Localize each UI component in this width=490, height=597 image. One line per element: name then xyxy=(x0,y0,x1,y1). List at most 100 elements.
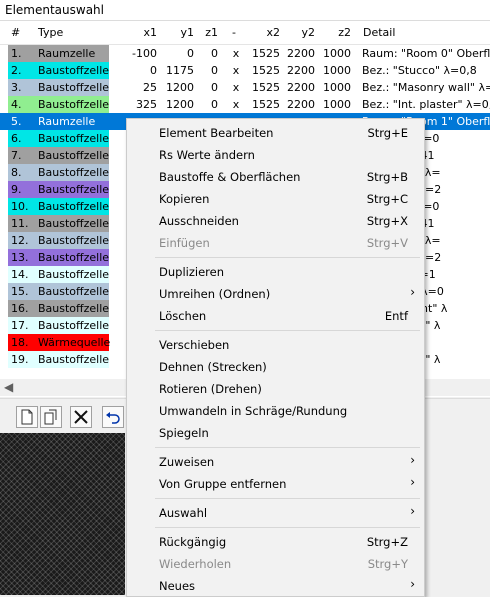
drawing-canvas[interactable] xyxy=(0,433,125,595)
menu-item[interactable]: Element Bearbeiten Strg+E xyxy=(127,122,424,144)
menu-item-label: Dehnen (Strecken) xyxy=(159,360,267,374)
cell-x1: 25 xyxy=(143,81,157,94)
cell-detail: Bez.: "Masonry wall" λ=0,1 xyxy=(362,81,490,94)
menu-item-label: Verschieben xyxy=(159,338,230,352)
table-row[interactable]: 2. Baustoffzelle 0 1175 0 x 1525 2200 1000 Bez.: … xyxy=(0,62,490,79)
cell-type: Baustoffzelle xyxy=(35,96,109,113)
cell-num: 11. xyxy=(8,215,37,232)
col-header-type[interactable]: Type xyxy=(38,26,63,39)
menu-item[interactable]: Löschen Entf xyxy=(127,305,424,327)
menu-item-label: Kopieren xyxy=(159,192,210,206)
menu-item-label: Von Gruppe entfernen xyxy=(159,477,287,491)
menu-separator xyxy=(155,447,420,448)
cell-num: 19. xyxy=(8,351,37,368)
menu-item[interactable]: Umreihen (Ordnen) › xyxy=(127,283,424,305)
menu-item[interactable]: Ausschneiden Strg+X xyxy=(127,210,424,232)
window-title: Elementauswahl xyxy=(5,3,104,17)
menu-item[interactable]: Spiegeln xyxy=(127,422,424,444)
menu-item[interactable]: Baustoffe & Oberflächen Strg+B xyxy=(127,166,424,188)
table-header: # Type x1 y1 z1 - x2 y2 z2 Detail xyxy=(0,21,490,45)
menu-separator xyxy=(155,330,420,331)
col-header-num[interactable]: # xyxy=(11,26,20,39)
menu-item[interactable]: Kopieren Strg+C xyxy=(127,188,424,210)
menu-item[interactable]: Auswahl › xyxy=(127,502,424,524)
cell-num: 15. xyxy=(8,283,37,300)
col-header-z1[interactable]: z1 xyxy=(200,26,218,39)
cell-type: Baustoffzelle xyxy=(35,266,109,283)
menu-separator xyxy=(155,498,420,499)
menu-item[interactable]: Dehnen (Strecken) xyxy=(127,356,424,378)
delete-icon xyxy=(74,410,88,424)
scroll-left-icon[interactable]: ◀ xyxy=(4,380,13,394)
menu-separator xyxy=(155,257,420,258)
cell-detail: Raum: "Room 0" Oberfläch xyxy=(362,47,490,60)
table-row[interactable]: 4. Baustoffzelle 325 1200 0 x 1525 2200 1000 Bez.… xyxy=(0,96,490,113)
menu-item-shortcut: Strg+X xyxy=(366,214,408,228)
cell-x2: 1525 xyxy=(252,64,280,77)
cell-z2: 1000 xyxy=(323,47,351,60)
menu-item-label: Neues xyxy=(159,579,196,593)
menu-item-label: Ausschneiden xyxy=(159,214,239,228)
cell-x2: 1525 xyxy=(252,47,280,60)
menu-item-label: Löschen xyxy=(159,309,207,323)
cell-y2: 2200 xyxy=(287,81,315,94)
menu-separator xyxy=(155,527,420,528)
cell-type: Raumzelle xyxy=(35,45,109,62)
cell-num: 9. xyxy=(8,181,37,198)
cell-type: Baustoffzelle xyxy=(35,62,109,79)
cell-x1: 0 xyxy=(150,64,157,77)
menu-item-shortcut: Strg+E xyxy=(367,126,408,140)
cell-z2: 1000 xyxy=(323,64,351,77)
col-header-dash[interactable]: - xyxy=(232,26,236,39)
menu-item-label: Umreihen (Ordnen) xyxy=(159,287,271,301)
menu-item[interactable]: Zuweisen › xyxy=(127,451,424,473)
menu-item[interactable]: Verschieben xyxy=(127,334,424,356)
menu-item-label: Wiederholen xyxy=(159,557,232,571)
cell-dash: x xyxy=(232,47,240,60)
col-header-y2[interactable]: y2 xyxy=(287,26,315,39)
cell-type: Baustoffzelle xyxy=(35,164,109,181)
undo-button[interactable] xyxy=(102,406,124,428)
menu-item[interactable]: Rückgängig Strg+Z xyxy=(127,531,424,553)
menu-item[interactable]: Rs Werte ändern xyxy=(127,144,424,166)
cell-y2: 2200 xyxy=(287,98,315,111)
undo-icon xyxy=(106,412,120,424)
cell-y2: 2200 xyxy=(287,47,315,60)
cell-type: Baustoffzelle xyxy=(35,232,109,249)
table-row[interactable]: 1. Raumzelle -100 0 0 x 1525 2200 1000 Raum: "Roo… xyxy=(0,45,490,62)
cell-x1: 325 xyxy=(136,98,157,111)
cell-y1: 1200 xyxy=(166,81,194,94)
col-header-z2[interactable]: z2 xyxy=(323,26,351,39)
menu-item[interactable]: Neues › xyxy=(127,575,424,597)
menu-item[interactable]: Duplizieren xyxy=(127,261,424,283)
delete-button[interactable] xyxy=(70,406,92,428)
col-header-x1[interactable]: x1 xyxy=(112,26,157,39)
cell-num: 1. xyxy=(8,45,37,62)
menu-item[interactable]: Umwandeln in Schräge/Rundung xyxy=(127,400,424,422)
table-row[interactable]: 3. Baustoffzelle 25 1200 0 x 1525 2200 1000 Bez.:… xyxy=(0,79,490,96)
col-header-detail[interactable]: Detail xyxy=(363,26,395,39)
col-header-y1[interactable]: y1 xyxy=(162,26,194,39)
menu-item-label: Duplizieren xyxy=(159,265,224,279)
copy-button[interactable] xyxy=(40,406,62,428)
menu-item[interactable]: Von Gruppe entfernen › xyxy=(127,473,424,495)
window-title-bar: Elementauswahl xyxy=(0,0,490,21)
side-panel xyxy=(425,433,490,595)
cell-dash: x xyxy=(232,98,240,111)
cell-num: 17. xyxy=(8,317,37,334)
menu-item-label: Rs Werte ändern xyxy=(159,148,255,162)
menu-item-label: Zuweisen xyxy=(159,455,215,469)
menu-item[interactable]: Rotieren (Drehen) xyxy=(127,378,424,400)
menu-item-label: Baustoffe & Oberflächen xyxy=(159,170,301,184)
menu-item: Wiederholen Strg+Y xyxy=(127,553,424,575)
new-button[interactable] xyxy=(16,406,38,428)
menu-item-shortcut: Strg+Y xyxy=(367,557,408,571)
cell-y1: 1200 xyxy=(166,98,194,111)
cell-dash: x xyxy=(232,81,240,94)
cell-type: Baustoffzelle xyxy=(35,198,109,215)
cell-type: Baustoffzelle xyxy=(35,317,109,334)
cell-type: Baustoffzelle xyxy=(35,215,109,232)
cell-y1: 1175 xyxy=(166,64,194,77)
col-header-x2[interactable]: x2 xyxy=(250,26,280,39)
cell-type: Baustoffzelle xyxy=(35,249,109,266)
